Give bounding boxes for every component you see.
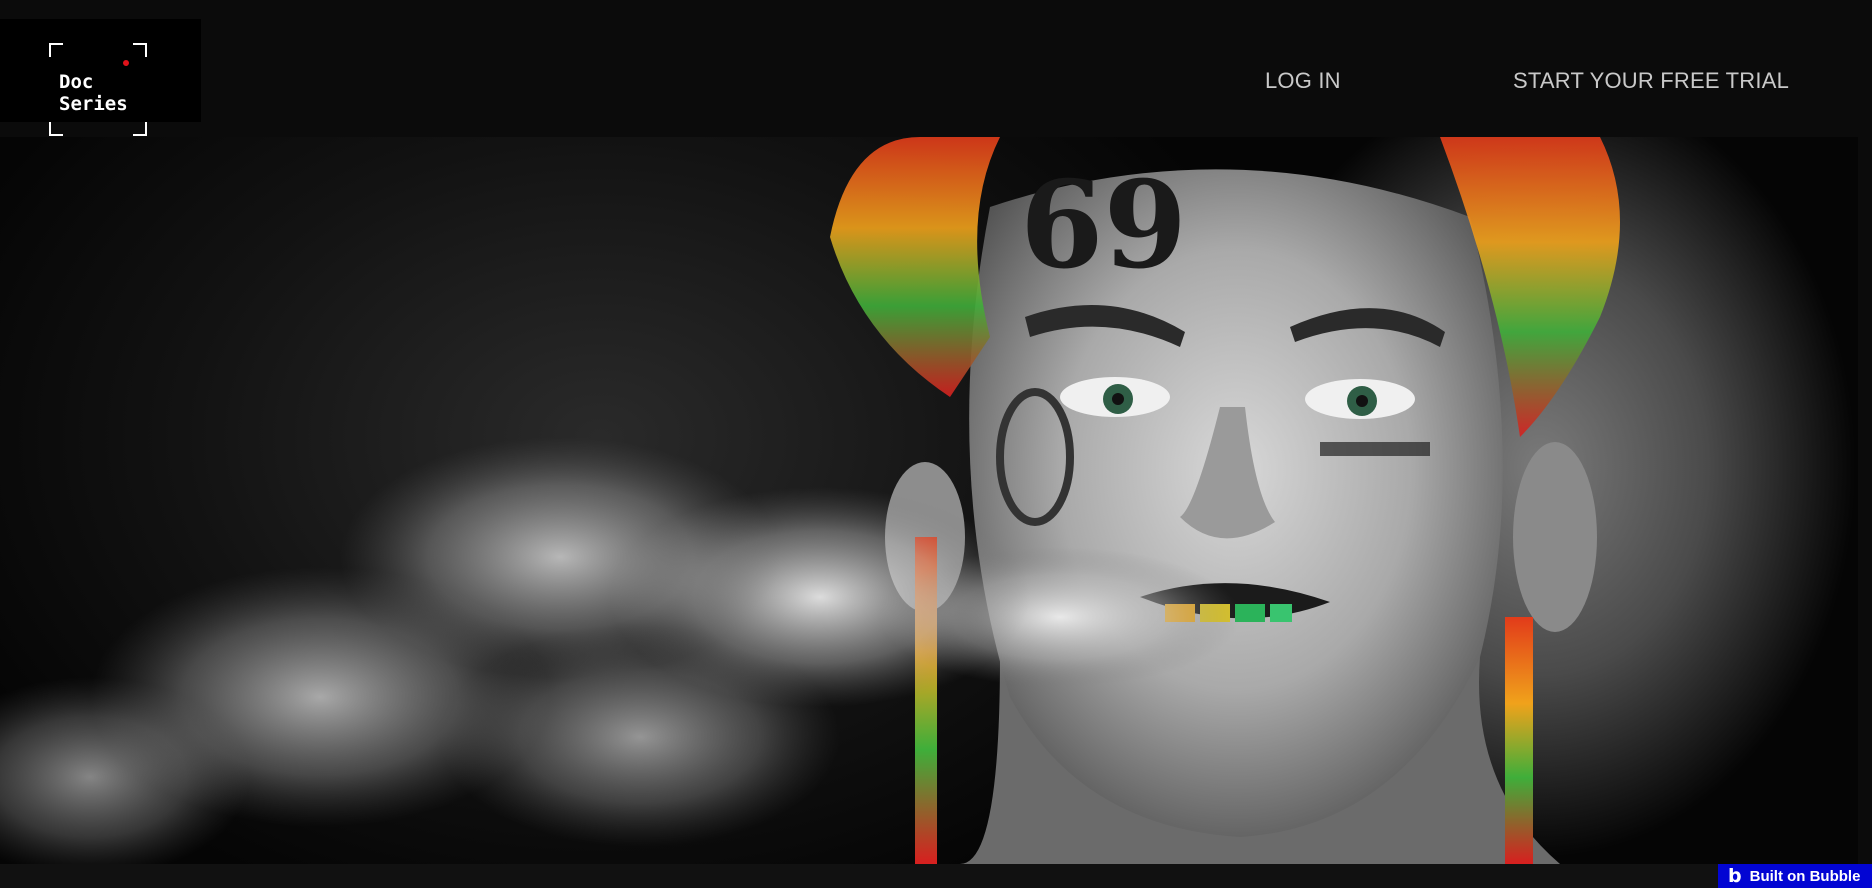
start-free-trial-link[interactable]: START YOUR FREE TRIAL	[1513, 68, 1789, 94]
frame-corner-icon	[133, 122, 147, 136]
doc-series-logo[interactable]: Doc Series	[0, 19, 201, 136]
braid-shape	[1505, 617, 1533, 864]
left-pupil-shape	[1112, 393, 1124, 405]
right-pupil-shape	[1356, 395, 1368, 407]
smoke-cloud	[440, 627, 840, 847]
frame-corner-icon	[49, 122, 63, 136]
hair-shape	[830, 137, 1000, 397]
logo-text: Doc Series	[59, 71, 128, 115]
record-dot-icon	[123, 60, 129, 66]
login-link[interactable]: LOG IN	[1265, 68, 1341, 94]
built-on-bubble-badge[interactable]: b Built on Bubble	[1718, 864, 1872, 888]
site-header: Doc Series LOG IN START YOUR FREE TRIAL	[0, 0, 1872, 136]
hero-banner-image: 69	[0, 137, 1858, 864]
right-ear-shape	[1513, 442, 1597, 632]
green-tooth	[1270, 604, 1292, 622]
badge-label: Built on Bubble	[1749, 867, 1861, 885]
bubble-logo-icon: b	[1728, 864, 1742, 887]
frame-corner-icon	[133, 43, 147, 57]
logo-line-2: Series	[59, 93, 128, 115]
forehead-tattoo: 69	[1020, 155, 1187, 296]
page-bottom-strip	[0, 864, 1872, 888]
logo-line-1: Doc	[59, 71, 94, 93]
portrait-illustration: 69	[0, 137, 1620, 864]
cheek-tattoo	[1320, 442, 1430, 456]
frame-corner-icon	[49, 43, 63, 57]
